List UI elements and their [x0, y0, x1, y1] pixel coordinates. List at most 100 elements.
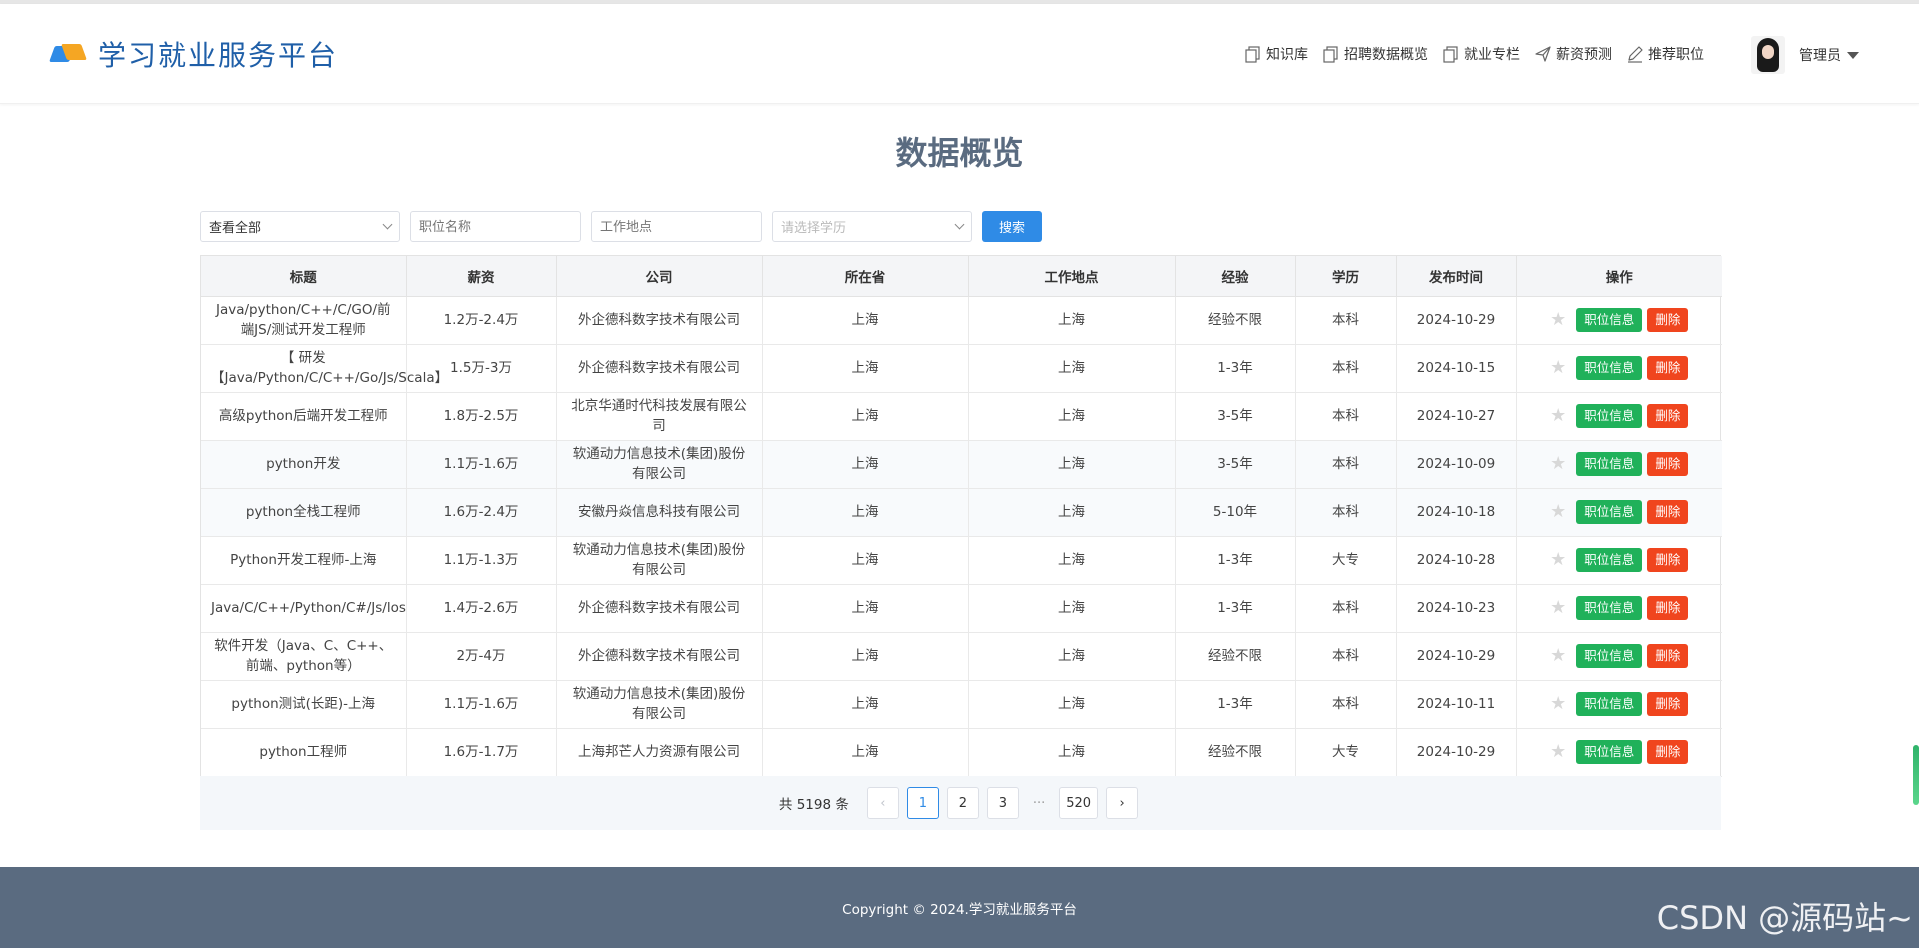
chevron-down-icon [382, 219, 393, 230]
jobs-table: 标题 薪资 公司 所在省 工作地点 经验 学历 发布时间 操作 Java/pyt… [200, 255, 1722, 778]
cell-salary: 2万-4万 [406, 632, 557, 681]
delete-button[interactable]: 删除 [1647, 596, 1689, 620]
delete-button[interactable]: 删除 [1647, 356, 1689, 380]
star-icon[interactable]: ★ [1550, 310, 1566, 330]
star-icon[interactable]: ★ [1550, 502, 1566, 522]
table-row: 高级python后端开发工程师 1.8万-2.5万 北京华通时代科技发展有限公司 上海… [201, 392, 1722, 441]
star-icon[interactable]: ★ [1550, 646, 1566, 666]
cell-title: python工程师 [201, 728, 407, 777]
user-menu[interactable]: 管理员 [1751, 36, 1859, 74]
header: 学习就业服务平台 知识库 招聘数据概览 就业专栏 薪资预测 推荐职位 管理员 [0, 4, 1919, 104]
filter-bar: 查看全部 请选择学历 搜索 [200, 211, 1042, 242]
cell-title: 软件开发（Java、C、C++、前端、python等） [201, 632, 407, 681]
delete-button[interactable]: 删除 [1647, 644, 1689, 668]
cell-company: 外企德科数字技术有限公司 [556, 632, 763, 681]
cell-experience: 1-3年 [1175, 536, 1296, 585]
delete-button[interactable]: 删除 [1647, 308, 1689, 332]
nav-item-knowledge[interactable]: 知识库 [1244, 44, 1308, 64]
job-info-button[interactable]: 职位信息 [1576, 596, 1643, 620]
cell-actions: ★ 职位信息 删除 [1516, 392, 1722, 441]
nav-item-label: 招聘数据概览 [1344, 47, 1428, 63]
scrollbar-thumb[interactable] [1913, 745, 1919, 805]
nav-item-salary-prediction[interactable]: 薪资预测 [1534, 44, 1612, 64]
job-info-button[interactable]: 职位信息 [1576, 692, 1643, 716]
column-header: 工作地点 [968, 256, 1176, 297]
cell-province: 上海 [762, 728, 969, 777]
app-logo[interactable]: 学习就业服务平台 [49, 34, 338, 74]
table-row: python测试(长距)-上海 1.1万-1.6万 软通动力信息技术(集团)股份有限… [201, 680, 1722, 729]
copyright-text: Copyright © 2024.学习就业服务平台 [842, 901, 1077, 918]
page-ellipsis[interactable]: ··· [1033, 796, 1045, 811]
cell-actions: ★ 职位信息 删除 [1516, 296, 1722, 345]
delete-button[interactable]: 删除 [1647, 548, 1689, 572]
cell-salary: 1.2万-2.4万 [406, 296, 557, 345]
delete-button[interactable]: 删除 [1647, 500, 1689, 524]
page-button[interactable]: 1 [906, 787, 939, 819]
avatar [1751, 36, 1785, 74]
last-page-button[interactable]: 520 [1059, 787, 1099, 819]
prev-page-button[interactable]: ‹ [866, 787, 899, 819]
education-placeholder: 请选择学历 [781, 221, 847, 236]
cell-company: 软通动力信息技术(集团)股份有限公司 [556, 680, 763, 729]
cell-experience: 1-3年 [1175, 344, 1296, 393]
job-title-input[interactable] [410, 211, 581, 242]
star-icon[interactable]: ★ [1550, 694, 1566, 714]
nav-item-employment-column[interactable]: 就业专栏 [1442, 44, 1520, 64]
star-icon[interactable]: ★ [1550, 358, 1566, 378]
star-icon[interactable]: ★ [1550, 742, 1566, 762]
table-row: python开发 1.1万-1.6万 软通动力信息技术(集团)股份有限公司 上海 上海 3… [201, 440, 1722, 489]
job-info-button[interactable]: 职位信息 [1576, 356, 1643, 380]
work-location-input[interactable] [591, 211, 762, 242]
delete-button[interactable]: 删除 [1647, 692, 1689, 716]
cell-location: 上海 [968, 488, 1176, 537]
table-row: python工程师 1.6万-1.7万 上海邦芒人力资源有限公司 上海 上海 经验不限 大专… [201, 728, 1722, 777]
cell-date: 2024-10-28 [1396, 536, 1517, 585]
cell-company: 软通动力信息技术(集团)股份有限公司 [556, 536, 763, 585]
cell-province: 上海 [762, 536, 969, 585]
cell-location: 上海 [968, 344, 1176, 393]
cell-education: 本科 [1295, 488, 1397, 537]
table-row: Python开发工程师-上海 1.1万-1.3万 软通动力信息技术(集团)股份有限公… [201, 536, 1722, 585]
table-row: Java/C/C++/Python/C#/Js/los 1.4万-2.6万 外企德科… [201, 584, 1722, 633]
column-header: 薪资 [406, 256, 557, 297]
column-header: 发布时间 [1396, 256, 1517, 297]
job-info-button[interactable]: 职位信息 [1576, 740, 1643, 764]
table-row: 软件开发（Java、C、C++、前端、python等） 2万-4万 外企德科数字技术… [201, 632, 1722, 681]
education-select[interactable]: 请选择学历 [772, 211, 972, 242]
star-icon[interactable]: ★ [1550, 406, 1566, 426]
nav-item-recommend-jobs[interactable]: 推荐职位 [1626, 44, 1704, 64]
job-info-button[interactable]: 职位信息 [1576, 308, 1643, 332]
cell-salary: 1.1万-1.6万 [406, 680, 557, 729]
cell-company: 上海邦芒人力资源有限公司 [556, 728, 763, 777]
cell-education: 大专 [1295, 728, 1397, 777]
nav-item-recruit-overview[interactable]: 招聘数据概览 [1322, 44, 1428, 64]
delete-button[interactable]: 删除 [1647, 404, 1689, 428]
star-icon[interactable]: ★ [1550, 550, 1566, 570]
cell-education: 本科 [1295, 584, 1397, 633]
delete-button[interactable]: 删除 [1647, 740, 1689, 764]
job-info-button[interactable]: 职位信息 [1576, 548, 1643, 572]
job-info-button[interactable]: 职位信息 [1576, 452, 1643, 476]
cell-company: 安徽丹焱信息科技有限公司 [556, 488, 763, 537]
star-icon[interactable]: ★ [1550, 598, 1566, 618]
cell-actions: ★ 职位信息 删除 [1516, 440, 1722, 489]
job-info-button[interactable]: 职位信息 [1576, 500, 1643, 524]
cell-experience: 经验不限 [1175, 728, 1296, 777]
search-button[interactable]: 搜索 [982, 211, 1042, 242]
cell-actions: ★ 职位信息 删除 [1516, 488, 1722, 537]
view-scope-select[interactable]: 查看全部 [200, 211, 400, 242]
cell-location: 上海 [968, 584, 1176, 633]
job-info-button[interactable]: 职位信息 [1576, 404, 1643, 428]
page-button[interactable]: 3 [986, 787, 1019, 819]
nav-item-label: 知识库 [1266, 47, 1308, 63]
column-header: 公司 [556, 256, 763, 297]
star-icon[interactable]: ★ [1550, 454, 1566, 474]
next-page-button[interactable]: › [1106, 787, 1139, 819]
cell-title: Java/C/C++/Python/C#/Js/los [201, 584, 407, 633]
delete-button[interactable]: 删除 [1647, 452, 1689, 476]
table-header-row: 标题 薪资 公司 所在省 工作地点 经验 学历 发布时间 操作 [201, 256, 1722, 297]
page-button[interactable]: 2 [946, 787, 979, 819]
job-info-button[interactable]: 职位信息 [1576, 644, 1643, 668]
user-name: 管理员 [1799, 48, 1841, 64]
copy-icon [1442, 45, 1458, 63]
